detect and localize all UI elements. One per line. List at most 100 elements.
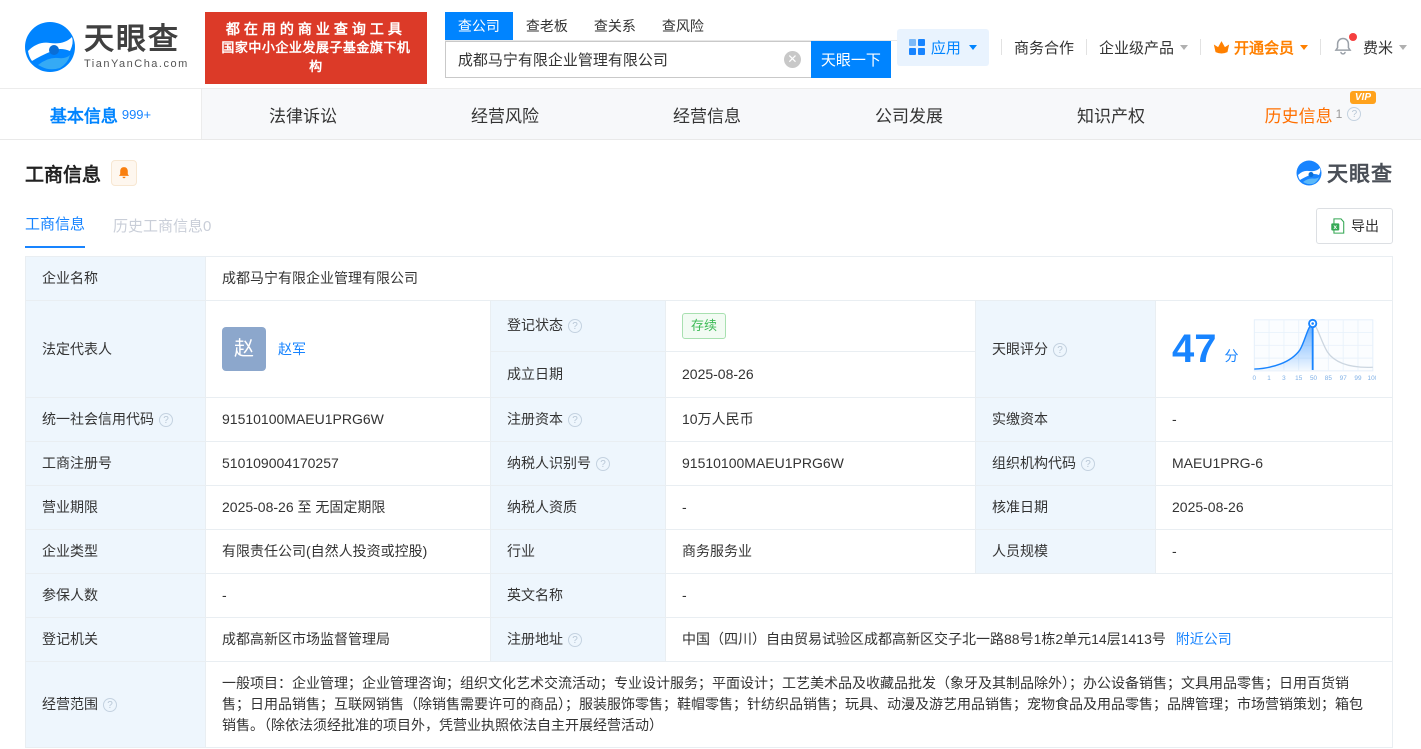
logo-title: 天眼查 <box>84 22 180 56</box>
staff-size-value: - <box>1155 529 1393 574</box>
reg-authority-label: 登记机关 <box>25 617 206 662</box>
credit-code-value: 91510100MAEU1PRG6W <box>205 397 491 442</box>
open-vip-button[interactable]: 开通会员 <box>1213 37 1308 58</box>
help-icon[interactable]: ? <box>1347 107 1362 121</box>
svg-text:x: x <box>1333 224 1337 231</box>
svg-text:50: 50 <box>1310 375 1318 382</box>
company-type-value: 有限责任公司(自然人投资或控股) <box>205 529 491 574</box>
reg-address-value: 中国（四川）自由贸易试验区成都高新区交子北一路88号1栋2单元14层1413号 … <box>665 617 1393 662</box>
insured-count-value: - <box>205 573 491 618</box>
business-term-value: 2025-08-26 至 无固定期限 <box>205 485 491 530</box>
help-icon[interactable]: ? <box>1053 342 1067 357</box>
table-row: 工商注册号 510109004170257 纳税人识别号? 91510100MA… <box>25 441 1393 486</box>
apps-menu[interactable]: 应用 <box>896 28 989 66</box>
help-icon[interactable]: ? <box>1081 457 1095 471</box>
nearby-companies-link[interactable]: 附近公司 <box>1176 631 1232 647</box>
tab-history-info[interactable]: VIP 历史信息 1 ? <box>1212 89 1414 139</box>
subtab-row: 工商信息 历史工商信息0 x 导出 <box>25 208 1393 248</box>
clear-search-icon[interactable]: ✕ <box>783 51 801 68</box>
english-name-label: 英文名称 <box>490 573 666 618</box>
help-icon[interactable]: ? <box>568 633 582 647</box>
establish-date-value: 2025-08-26 <box>665 350 976 399</box>
legal-rep-link[interactable]: 赵军 <box>278 339 306 360</box>
avatar[interactable]: 赵 <box>222 327 266 371</box>
tab-legal-litigation[interactable]: 法律诉讼 <box>202 89 404 139</box>
site-logo[interactable]: 天眼查 TianYanCha.com <box>24 21 189 73</box>
help-icon[interactable]: ? <box>568 413 582 427</box>
search-tab-company[interactable]: 查公司 <box>444 12 513 40</box>
menu-divider <box>1199 39 1201 55</box>
status-badge: 存续 <box>682 313 727 339</box>
tianyancha-logo-icon <box>25 22 75 72</box>
excel-icon: x <box>1331 218 1345 234</box>
business-scope-label: 经营范围? <box>25 661 206 748</box>
menu-cooperation[interactable]: 商务合作 <box>1014 37 1074 58</box>
svg-text:3: 3 <box>1282 375 1286 382</box>
tianyancha-logo-icon <box>1296 160 1322 186</box>
help-icon[interactable]: ? <box>159 413 173 427</box>
help-icon[interactable]: ? <box>103 698 117 712</box>
search-tab-relation[interactable]: 查关系 <box>581 12 649 40</box>
subtab-business-info[interactable]: 工商信息 <box>25 213 86 248</box>
legal-rep-label: 法定代表人 <box>25 300 206 398</box>
tab-label: 知识产权 <box>1077 106 1145 126</box>
logo-subtitle: TianYanCha.com <box>84 57 189 70</box>
table-row: 营业期限 2025-08-26 至 无固定期限 纳税人资质 - 核准日期 202… <box>25 485 1393 530</box>
table-row: 企业类型 有限责任公司(自然人投资或控股) 行业 商务服务业 人员规模 - <box>25 529 1393 574</box>
paid-capital-label: 实缴资本 <box>975 397 1156 442</box>
reg-status-label: 登记状态? <box>490 300 666 352</box>
search-tab-boss[interactable]: 查老板 <box>513 12 581 40</box>
menu-divider <box>1085 39 1087 55</box>
score-unit: 分 <box>1224 347 1239 364</box>
svg-text:85: 85 <box>1324 375 1332 382</box>
score-number: 47 <box>1172 327 1217 371</box>
business-scope-value: 一般项目：企业管理；企业管理咨询；组织文化艺术交流活动；专业设计服务；平面设计；… <box>205 661 1393 748</box>
taxpayer-id-value: 91510100MAEU1PRG6W <box>665 441 976 486</box>
slogan-banner: 都在用的商业查询工具 国家中小企业发展子基金旗下机构 <box>204 12 427 84</box>
tab-basic-info[interactable]: 基本信息 999+ <box>0 89 202 139</box>
watermark-text: 天眼查 <box>1327 163 1393 186</box>
monitor-bell-icon[interactable] <box>111 160 138 186</box>
score-distribution-chart: 0 1 3 15 50 85 97 99 100 <box>1252 318 1376 382</box>
notification-bell-icon[interactable] <box>1333 32 1357 59</box>
menu-divider <box>1000 39 1002 55</box>
industry-label: 行业 <box>490 529 666 574</box>
reg-number-value: 510109004170257 <box>205 441 491 486</box>
crown-icon <box>1213 40 1230 53</box>
svg-text:0: 0 <box>1252 375 1256 382</box>
tab-intellectual-property[interactable]: 知识产权 <box>1010 89 1212 139</box>
company-type-label: 企业类型 <box>25 529 206 574</box>
search-button[interactable]: 天眼一下 <box>810 41 891 78</box>
export-button[interactable]: x 导出 <box>1316 208 1393 244</box>
insured-count-label: 参保人数 <box>25 573 206 618</box>
tab-label: 法律诉讼 <box>269 106 337 126</box>
cooperation-label: 商务合作 <box>1013 39 1074 57</box>
search-input[interactable] <box>444 41 811 78</box>
user-menu[interactable]: 费米 <box>1363 37 1407 58</box>
table-row: 参保人数 - 英文名称 - <box>25 573 1393 618</box>
tab-company-development[interactable]: 公司发展 <box>808 89 1010 139</box>
org-code-label: 组织机构代码? <box>975 441 1156 486</box>
enterprise-label: 企业级产品 <box>1098 39 1174 57</box>
help-icon[interactable]: ? <box>568 319 582 334</box>
paid-capital-value: - <box>1155 397 1393 442</box>
score-label: 天眼评分? <box>975 300 1156 398</box>
help-icon[interactable]: ? <box>596 457 610 471</box>
main-content: 工商信息 天眼查 工商信息 历史工商信息0 x 导出 企业名称 成都马宁有限企业… <box>0 158 1421 748</box>
vip-label: 开通会员 <box>1233 39 1294 57</box>
subtab-history-business-info[interactable]: 历史工商信息0 <box>113 215 211 248</box>
tab-operation-risk[interactable]: 经营风险 <box>404 89 606 139</box>
tab-operation-info[interactable]: 经营信息 <box>606 89 808 139</box>
tab-count: 999+ <box>121 106 152 122</box>
staff-size-label: 人员规模 <box>975 529 1156 574</box>
tab-label: 经营信息 <box>673 106 741 126</box>
slogan-line1: 都在用的商业查询工具 <box>225 21 406 37</box>
chevron-down-icon <box>1299 44 1308 50</box>
notification-dot <box>1348 32 1357 41</box>
export-label: 导出 <box>1351 218 1379 234</box>
business-info-table: 企业名称 成都马宁有限企业管理有限公司 法定代表人 赵 赵军 登记状态? 存续 … <box>25 256 1393 748</box>
menu-enterprise-products[interactable]: 企业级产品 <box>1099 37 1188 58</box>
search-row: ✕ 天眼一下 <box>444 41 897 78</box>
username-label: 费米 <box>1362 39 1393 57</box>
search-tab-risk[interactable]: 查风险 <box>649 12 717 40</box>
